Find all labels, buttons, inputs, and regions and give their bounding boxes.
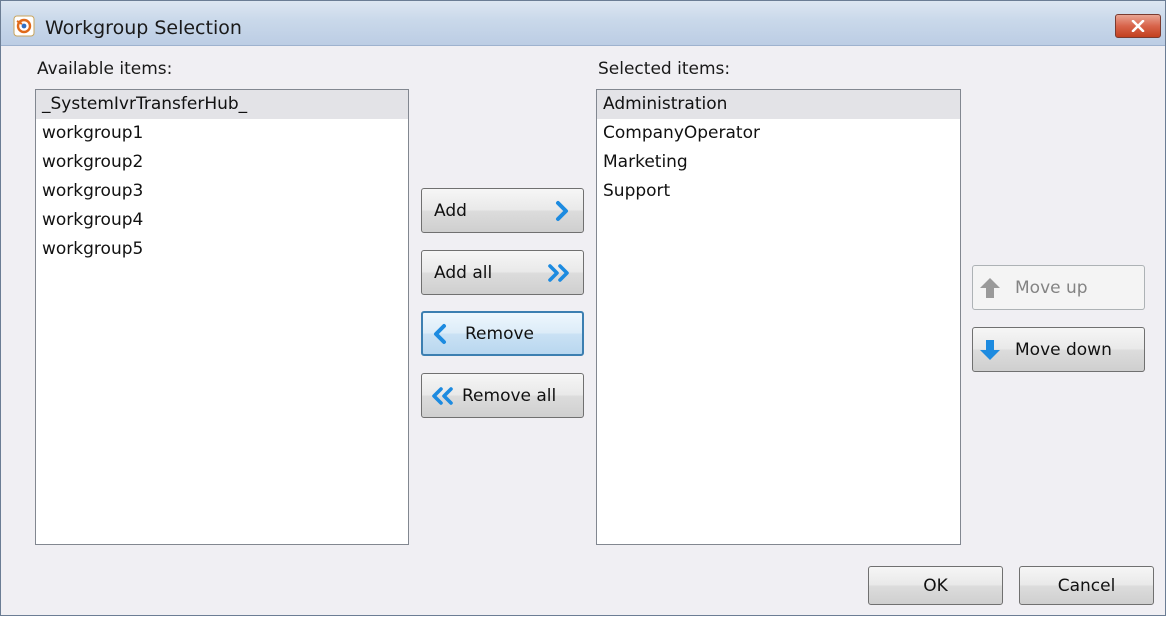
title-bar[interactable]: Workgroup Selection xyxy=(1,1,1165,46)
selected-items-list[interactable]: Administration CompanyOperator Marketing… xyxy=(596,89,961,545)
move-up-button-label: Move up xyxy=(1015,277,1088,298)
move-down-button[interactable]: Move down xyxy=(972,327,1145,372)
chevron-right-icon xyxy=(555,200,569,222)
remove-button-label: Remove xyxy=(465,323,534,344)
available-items-list[interactable]: _SystemIvrTransferHub_ workgroup1 workgr… xyxy=(35,89,409,545)
list-item[interactable]: workgroup3 xyxy=(36,177,408,206)
list-item[interactable]: Support xyxy=(597,177,960,206)
arrow-up-icon xyxy=(979,276,1001,300)
cancel-button-label: Cancel xyxy=(1057,575,1116,596)
window-title: Workgroup Selection xyxy=(45,17,242,39)
move-down-button-label: Move down xyxy=(1015,339,1112,360)
close-button[interactable] xyxy=(1115,14,1161,38)
app-logo-icon xyxy=(13,15,35,37)
list-item[interactable]: workgroup2 xyxy=(36,148,408,177)
add-all-button[interactable]: Add all xyxy=(421,250,584,295)
list-item[interactable]: workgroup4 xyxy=(36,206,408,235)
list-item[interactable]: workgroup1 xyxy=(36,119,408,148)
cancel-button[interactable]: Cancel xyxy=(1019,566,1154,605)
list-item[interactable]: Marketing xyxy=(597,148,960,177)
double-chevron-right-icon xyxy=(547,262,571,284)
list-item[interactable]: _SystemIvrTransferHub_ xyxy=(36,90,408,119)
add-button[interactable]: Add xyxy=(421,188,584,233)
add-button-label: Add xyxy=(434,200,467,221)
remove-button[interactable]: Remove xyxy=(421,311,584,356)
selected-items-label: Selected items: xyxy=(598,59,731,79)
chevron-left-icon xyxy=(433,323,447,345)
remove-all-button[interactable]: Remove all xyxy=(421,373,584,418)
double-chevron-left-icon xyxy=(430,385,454,407)
remove-all-button-label: Remove all xyxy=(462,385,557,406)
ok-button-label: OK xyxy=(923,575,948,596)
list-item[interactable]: CompanyOperator xyxy=(597,119,960,148)
close-icon xyxy=(1131,20,1145,32)
list-item[interactable]: Administration xyxy=(597,90,960,119)
list-item[interactable]: workgroup5 xyxy=(36,235,408,264)
available-items-label: Available items: xyxy=(37,59,173,79)
workgroup-selection-dialog: Workgroup Selection Available items: _Sy… xyxy=(0,0,1166,616)
add-all-button-label: Add all xyxy=(434,262,493,283)
ok-button[interactable]: OK xyxy=(868,566,1003,605)
arrow-down-icon xyxy=(979,338,1001,362)
move-up-button[interactable]: Move up xyxy=(972,265,1145,310)
